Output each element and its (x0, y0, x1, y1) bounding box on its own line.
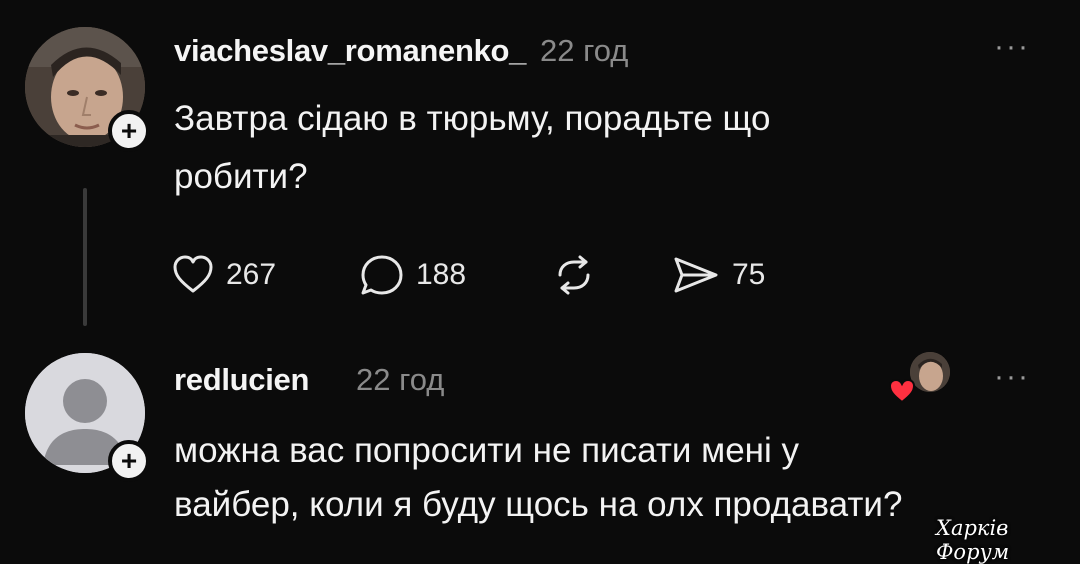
more-options-button[interactable]: ··· (994, 30, 1030, 64)
plus-icon: + (120, 115, 138, 146)
post-username[interactable]: viacheslav_romanenko_ (174, 33, 526, 69)
reply-timestamp: 22 год (356, 362, 445, 397)
follow-plus-button[interactable]: + (108, 110, 150, 152)
comment-button[interactable]: 188 (360, 255, 466, 295)
author-mini-avatar (910, 352, 950, 392)
comment-count: 188 (416, 258, 467, 291)
send-icon (674, 257, 718, 293)
reply-follow-plus-button[interactable]: + (108, 440, 150, 482)
watermark: Харків Форум (936, 516, 1010, 564)
post-text-line-1: Завтра сідаю в тюрьму, порадьте що (174, 99, 771, 138)
share-button[interactable]: 75 (672, 255, 765, 295)
thread-line (83, 188, 87, 326)
heart-icon (173, 255, 213, 293)
author-photo-icon (910, 352, 950, 392)
reply-text-line-2: вайбер, коли я буду щось на олх продават… (174, 485, 903, 524)
reply-username[interactable]: redlucien (174, 362, 309, 398)
repost-icon (558, 255, 590, 295)
repost-button[interactable] (552, 255, 596, 295)
post-text-line-2: робити? (174, 157, 308, 196)
plus-icon: + (120, 445, 138, 476)
reply-more-options-button[interactable]: ··· (994, 360, 1030, 394)
comment-icon (361, 255, 403, 295)
like-count: 267 (226, 258, 277, 291)
heart-badge-icon (888, 378, 916, 404)
like-button[interactable]: 267 (172, 255, 276, 295)
share-count: 75 (732, 258, 766, 291)
post-timestamp: 22 год (540, 33, 629, 68)
reply-text-line-1: можна вас попросити не писати мені у (174, 431, 799, 470)
